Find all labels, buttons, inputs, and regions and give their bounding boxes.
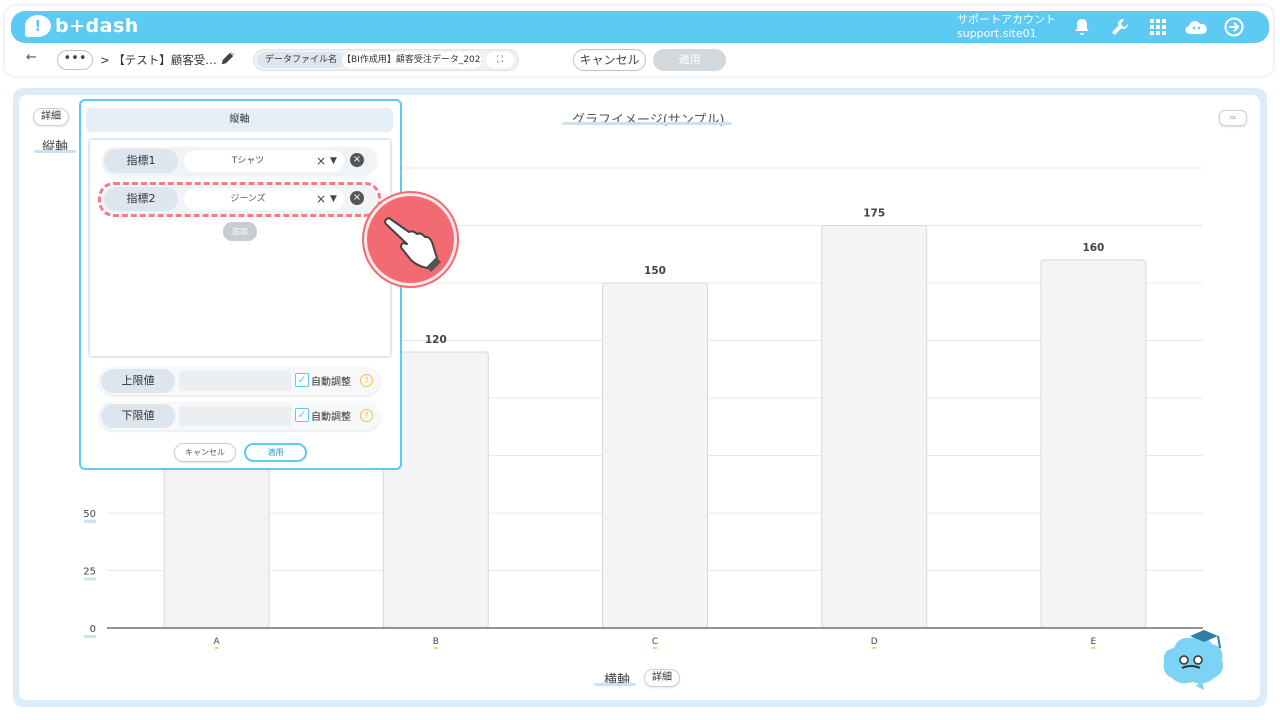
help-icon[interactable]: ? bbox=[360, 374, 373, 387]
x-tick-marker bbox=[214, 647, 219, 649]
lower-auto-label: 自動調整 bbox=[311, 412, 351, 423]
upper-limit-label: 上限値 bbox=[101, 369, 175, 393]
help-icon[interactable]: ? bbox=[360, 409, 373, 422]
x-axis-detail-button[interactable]: 詳細 bbox=[644, 669, 680, 687]
metric-row-1: 指標1 Tシャツ × ▼ × bbox=[102, 147, 377, 175]
y-tick-underline bbox=[84, 635, 96, 638]
remove-metric-1-icon[interactable]: × bbox=[350, 153, 364, 167]
upper-limit-input[interactable] bbox=[179, 371, 291, 391]
x-tick-marker bbox=[653, 647, 657, 649]
x-tick-label: C bbox=[652, 637, 658, 647]
lower-limit-label: 下限値 bbox=[101, 404, 175, 428]
y-axis-detail-button[interactable]: 詳細 bbox=[33, 108, 69, 126]
lower-limit-row: 下限値 ✓ 自動調整 ? bbox=[99, 402, 380, 430]
x-tick-label: B bbox=[433, 637, 439, 647]
pointing-hand-icon bbox=[364, 193, 457, 286]
tab-y-axis[interactable]: 縦軸 bbox=[86, 108, 393, 132]
upper-auto-label: 自動調整 bbox=[311, 377, 351, 388]
bar-d bbox=[821, 225, 928, 629]
data-label: 160 bbox=[1082, 242, 1104, 254]
chevron-down-icon[interactable]: ▼ bbox=[330, 150, 337, 172]
data-label: 120 bbox=[425, 334, 447, 346]
metric-2-highlight bbox=[98, 182, 381, 217]
legend-toggle-button[interactable]: ▭ bbox=[1219, 110, 1247, 126]
bar-e bbox=[1040, 259, 1147, 629]
x-tick-marker bbox=[1091, 647, 1096, 649]
panel-cancel-button[interactable]: キャンセル bbox=[174, 443, 236, 462]
lower-limit-input[interactable] bbox=[179, 406, 291, 426]
bar-c bbox=[602, 282, 708, 629]
x-tick-label: D bbox=[871, 637, 878, 647]
mascot-icon[interactable] bbox=[1160, 628, 1226, 696]
x-tick-marker bbox=[433, 647, 438, 649]
x-tick-label: A bbox=[214, 637, 221, 647]
chart-title: グラフイメージ(サンプル) bbox=[572, 113, 725, 128]
clear-x-icon[interactable]: × bbox=[316, 150, 326, 172]
y-tick-label: 50 bbox=[83, 509, 96, 520]
y-tick-underline bbox=[84, 577, 96, 581]
y-tick-underline bbox=[84, 520, 96, 523]
lower-auto-checkbox[interactable]: ✓ bbox=[295, 408, 309, 422]
y-tick-label: 0 bbox=[90, 624, 96, 635]
upper-auto-checkbox[interactable]: ✓ bbox=[295, 373, 309, 387]
add-metric-button[interactable]: 追加 bbox=[223, 222, 257, 241]
upper-limit-row: 上限値 ✓ 自動調整 ? bbox=[99, 367, 380, 395]
x-axis-title-underline bbox=[594, 683, 636, 686]
panel-apply-button[interactable]: 適用 bbox=[244, 443, 307, 462]
metric-1-value: Tシャツ bbox=[231, 156, 265, 166]
data-label: 150 bbox=[644, 265, 666, 277]
x-tick-marker bbox=[872, 647, 877, 649]
y-tick-label: 25 bbox=[83, 567, 96, 578]
metric-1-select[interactable]: Tシャツ × ▼ bbox=[184, 150, 344, 172]
y-axis-title-underline bbox=[34, 150, 76, 153]
data-label: 175 bbox=[863, 208, 885, 220]
metric-1-label: 指標1 bbox=[104, 149, 178, 173]
chart-title-underline bbox=[562, 122, 732, 125]
x-tick-label: E bbox=[1091, 637, 1097, 647]
